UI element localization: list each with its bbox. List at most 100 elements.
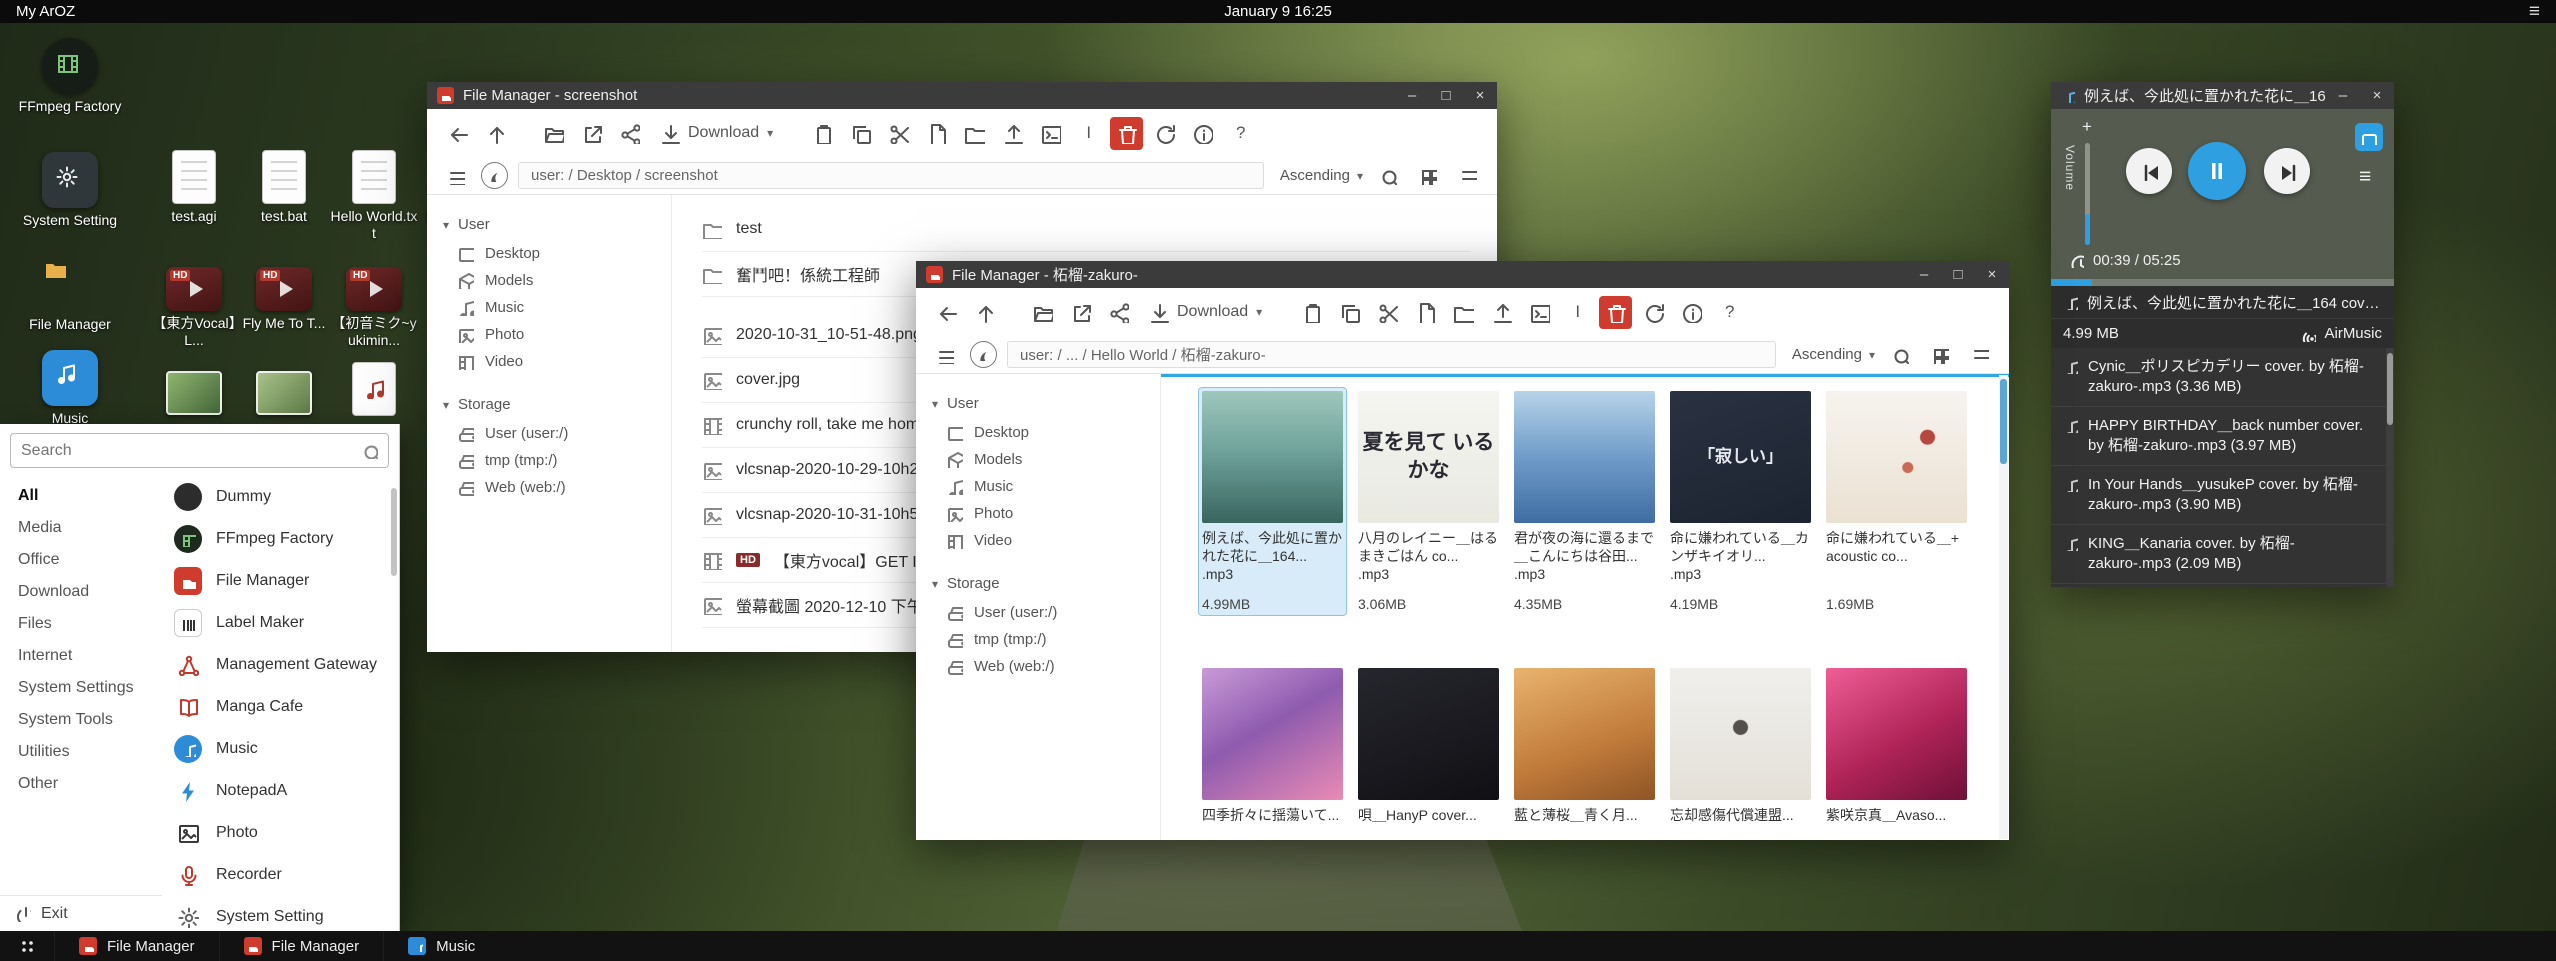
taskbar-item-music[interactable]: Music bbox=[383, 931, 499, 961]
app-item-manga-cafe[interactable]: Manga Cafe bbox=[162, 686, 390, 728]
up-button[interactable] bbox=[479, 117, 512, 150]
open-in-new-button[interactable] bbox=[1064, 296, 1097, 329]
console-button[interactable] bbox=[1034, 117, 1067, 150]
sidebar-section-storage[interactable]: ▾Storage bbox=[427, 389, 671, 420]
up-button[interactable] bbox=[968, 296, 1001, 329]
new-file-button[interactable] bbox=[920, 117, 953, 150]
help-button[interactable]: ? bbox=[1713, 296, 1746, 329]
grid-view-button[interactable] bbox=[1413, 162, 1443, 190]
delete-button[interactable] bbox=[1110, 117, 1143, 150]
volume-slider[interactable] bbox=[2085, 143, 2090, 245]
video-mode-button[interactable] bbox=[2355, 123, 2383, 151]
seek-bar[interactable] bbox=[2051, 279, 2394, 286]
new-file-button[interactable] bbox=[1409, 296, 1442, 329]
share-button[interactable] bbox=[1102, 296, 1135, 329]
sidebar-item-desktop[interactable]: Desktop bbox=[427, 240, 671, 267]
sidebar-item-web-drive[interactable]: Web (web:/) bbox=[427, 474, 671, 501]
breadcrumb[interactable]: user: / Desktop / screenshot bbox=[518, 162, 1264, 189]
file-tile[interactable]: 唄＿HanyP cover... bbox=[1355, 665, 1502, 840]
theme-toggle-button[interactable] bbox=[481, 162, 508, 189]
sidebar-section-user[interactable]: ▾User bbox=[427, 209, 671, 240]
open-button[interactable] bbox=[1026, 296, 1059, 329]
search-button[interactable] bbox=[1885, 341, 1915, 369]
close-button[interactable]: × bbox=[1463, 82, 1497, 109]
app-item-file-manager[interactable]: File Manager bbox=[162, 560, 390, 602]
app-item-system-setting[interactable]: System Setting bbox=[162, 896, 390, 931]
category-internet[interactable]: Internet bbox=[0, 640, 162, 672]
category-download[interactable]: Download bbox=[0, 576, 162, 608]
sort-select[interactable]: Ascending ▾ bbox=[1280, 167, 1363, 184]
minimize-button[interactable]: – bbox=[1907, 261, 1941, 288]
refresh-button[interactable] bbox=[1637, 296, 1670, 329]
refresh-button[interactable] bbox=[1148, 117, 1181, 150]
sidebar-item-photo[interactable]: Photo bbox=[916, 500, 1160, 527]
info-button[interactable] bbox=[1186, 117, 1219, 150]
sidebar-section-storage[interactable]: ▾Storage bbox=[916, 568, 1160, 599]
category-system-tools[interactable]: System Tools bbox=[0, 704, 162, 736]
console-button[interactable] bbox=[1523, 296, 1556, 329]
desktop-icon-file[interactable]: Hello World.txt bbox=[330, 150, 418, 242]
category-media[interactable]: Media bbox=[0, 512, 162, 544]
sidebar-item-music[interactable]: Music bbox=[916, 473, 1160, 500]
desktop-icon-file[interactable]: test.agi bbox=[150, 150, 238, 225]
cut-button[interactable] bbox=[882, 117, 915, 150]
category-other[interactable]: Other bbox=[0, 768, 162, 800]
rename-button[interactable]: I bbox=[1561, 296, 1594, 329]
maximize-button[interactable]: □ bbox=[1941, 261, 1975, 288]
paste-button[interactable] bbox=[1295, 296, 1328, 329]
new-folder-button[interactable] bbox=[958, 117, 991, 150]
scrollbar-thumb[interactable] bbox=[391, 488, 397, 576]
sidebar-item-user-drive[interactable]: User (user:/) bbox=[427, 420, 671, 447]
category-utilities[interactable]: Utilities bbox=[0, 736, 162, 768]
taskbar-item-file-manager[interactable]: File Manager bbox=[219, 931, 384, 961]
exit-button[interactable]: Exit bbox=[0, 895, 162, 931]
info-button[interactable] bbox=[1675, 296, 1708, 329]
close-button[interactable]: × bbox=[1975, 261, 2009, 288]
scrollbar[interactable] bbox=[2386, 348, 2394, 587]
sidebar-item-desktop[interactable]: Desktop bbox=[916, 419, 1160, 446]
desktop-icon-video[interactable]: HD Fly Me To T... bbox=[240, 262, 328, 332]
minimize-button[interactable]: – bbox=[1395, 82, 1429, 109]
search-input[interactable] bbox=[21, 442, 353, 460]
sidebar-item-models[interactable]: Models bbox=[916, 446, 1160, 473]
scrollbar-thumb[interactable] bbox=[2387, 353, 2393, 425]
app-item-recorder[interactable]: Recorder bbox=[162, 854, 390, 896]
desktop-icon-ffmpeg-factory[interactable]: FFmpeg Factory bbox=[18, 38, 122, 115]
category-office[interactable]: Office bbox=[0, 544, 162, 576]
paste-button[interactable] bbox=[806, 117, 839, 150]
download-button[interactable]: Download ▾ bbox=[1140, 302, 1270, 323]
minimize-button[interactable]: – bbox=[2326, 82, 2360, 109]
sidebar-item-tmp-drive[interactable]: tmp (tmp:/) bbox=[916, 626, 1160, 653]
desktop-icon-system-setting[interactable]: System Setting bbox=[18, 152, 122, 229]
category-system-settings[interactable]: System Settings bbox=[0, 672, 162, 704]
copy-button[interactable] bbox=[1333, 296, 1366, 329]
rename-button[interactable]: I bbox=[1072, 117, 1105, 150]
theme-toggle-button[interactable] bbox=[970, 341, 997, 368]
category-all[interactable]: All bbox=[0, 480, 162, 512]
back-button[interactable] bbox=[930, 296, 963, 329]
title-bar[interactable]: File Manager - screenshot – □ × bbox=[427, 82, 1497, 109]
desktop-icon-video[interactable]: HD 【東方Vocal】L... bbox=[150, 262, 238, 349]
cut-button[interactable] bbox=[1371, 296, 1404, 329]
scrollbar[interactable] bbox=[1999, 375, 2008, 839]
app-item-label-maker[interactable]: Label Maker bbox=[162, 602, 390, 644]
help-button[interactable]: ? bbox=[1224, 117, 1257, 150]
airmusic-button[interactable]: AirMusic bbox=[2300, 325, 2382, 342]
sidebar-item-video[interactable]: Video bbox=[427, 348, 671, 375]
system-brand[interactable]: My ArOZ bbox=[16, 3, 75, 20]
now-playing-row[interactable]: 例えば、今此処に置かれた花に＿164 cover. by 柘... bbox=[2051, 286, 2394, 318]
back-button[interactable] bbox=[441, 117, 474, 150]
sidebar-toggle-button[interactable] bbox=[441, 162, 471, 190]
sidebar-item-video[interactable]: Video bbox=[916, 527, 1160, 554]
sidebar-item-models[interactable]: Models bbox=[427, 267, 671, 294]
desktop-icon-music[interactable]: Music bbox=[18, 350, 122, 427]
playlist-item[interactable]: KING＿Kanaria cover. by 柘榴-zakuro-.mp3 (2… bbox=[2051, 525, 2394, 584]
title-bar[interactable]: 例えば、今此処に置かれた花に＿164 c... – × bbox=[2051, 82, 2394, 109]
copy-button[interactable] bbox=[844, 117, 877, 150]
list-view-button[interactable] bbox=[1965, 341, 1995, 369]
desktop-icon-image[interactable] bbox=[240, 366, 328, 415]
file-tile[interactable]: 紫咲京真＿Avaso... bbox=[1823, 665, 1970, 840]
sidebar-item-music[interactable]: Music bbox=[427, 294, 671, 321]
close-button[interactable]: × bbox=[2360, 82, 2394, 109]
app-item-dummy[interactable]: Dummy bbox=[162, 476, 390, 518]
